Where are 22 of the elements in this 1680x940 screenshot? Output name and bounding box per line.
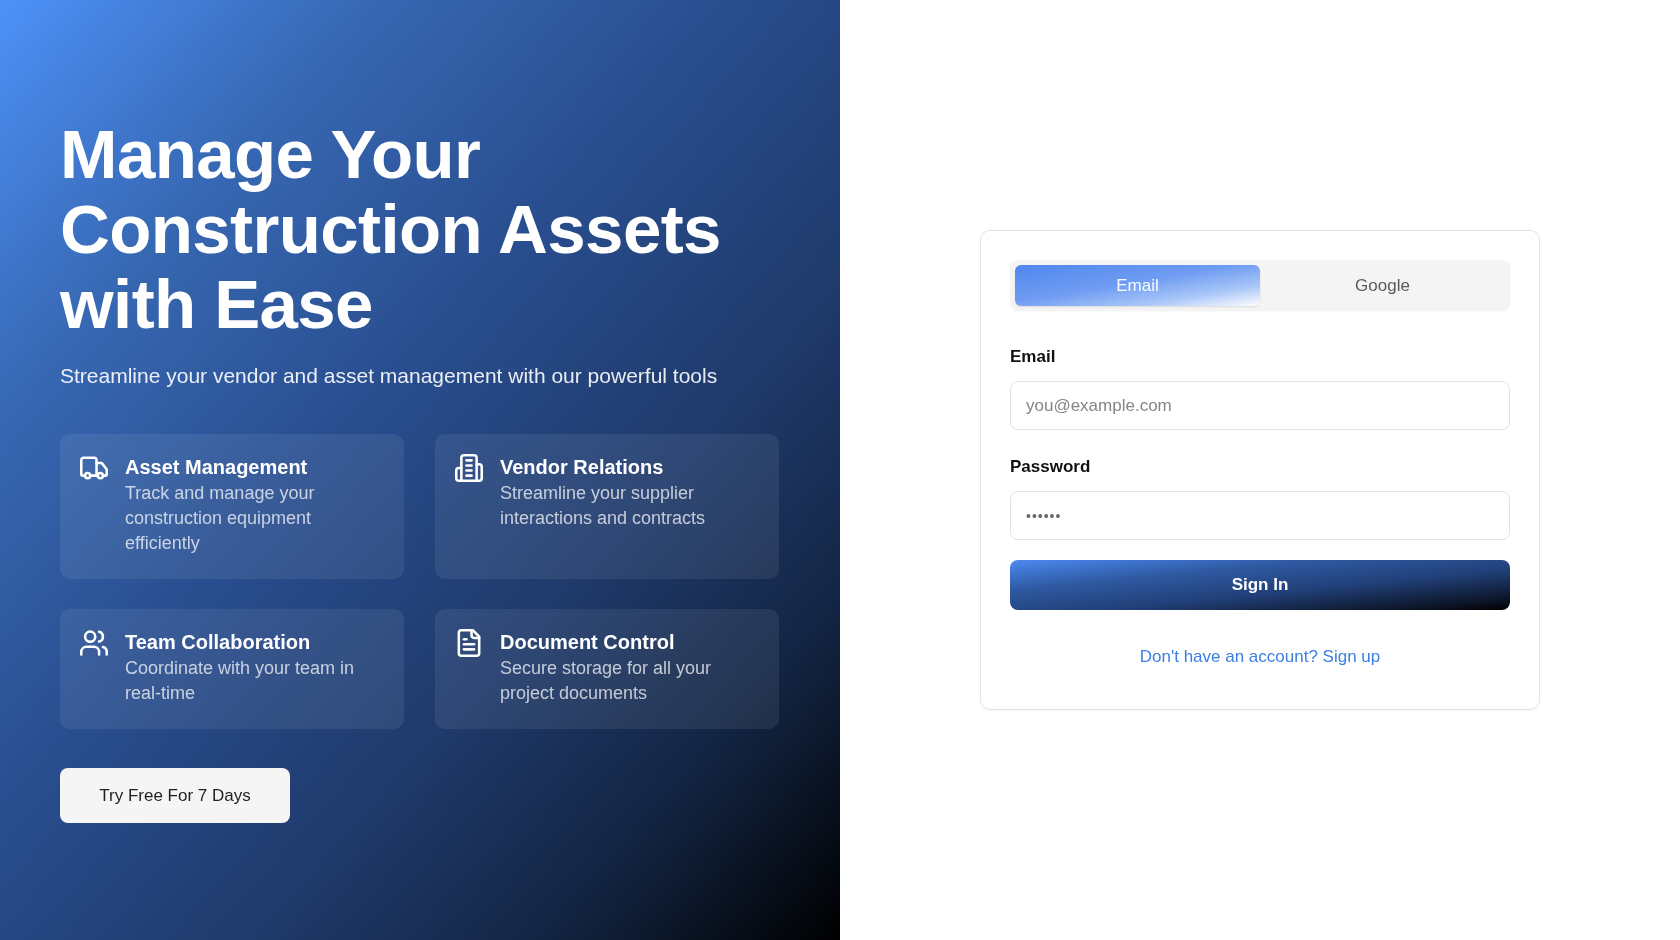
feature-description: Streamline your supplier interactions and contracts <box>500 482 707 530</box>
field-label: Password <box>1010 456 1092 478</box>
field-label: Email <box>1010 346 1057 368</box>
password-field[interactable]: •••••• <box>1010 491 1510 540</box>
users-icon <box>80 629 108 657</box>
feature-description: Coordinate with your team in real-time <box>125 657 356 705</box>
sign-in-button[interactable]: Sign In <box>1010 560 1510 610</box>
feature-description: Track and manage your construction equipment efficiently <box>125 482 316 555</box>
truck-icon <box>80 454 108 482</box>
feature-title: Team Collaboration <box>125 630 312 655</box>
feature-title: Asset Management <box>125 455 309 480</box>
building-icon <box>455 454 483 482</box>
feature-title: Document Control <box>500 630 676 655</box>
hero-subtitle: Streamline your vendor and asset management with our powerful tools <box>60 363 718 389</box>
email-field[interactable]: you@example.com <box>1010 381 1510 430</box>
feature-title: Vendor Relations <box>500 455 665 480</box>
sign-up-link[interactable]: Don't have an account? Sign up <box>1139 647 1381 666</box>
hero-heading: Manage Your Construction Assets with Ease <box>60 117 722 342</box>
feature-description: Secure storage for all your project documents <box>500 657 713 705</box>
document-icon <box>455 629 483 657</box>
free-trial-button[interactable]: Try Free For 7 Days <box>60 768 290 823</box>
tab[interactable]: Google <box>1260 265 1505 306</box>
